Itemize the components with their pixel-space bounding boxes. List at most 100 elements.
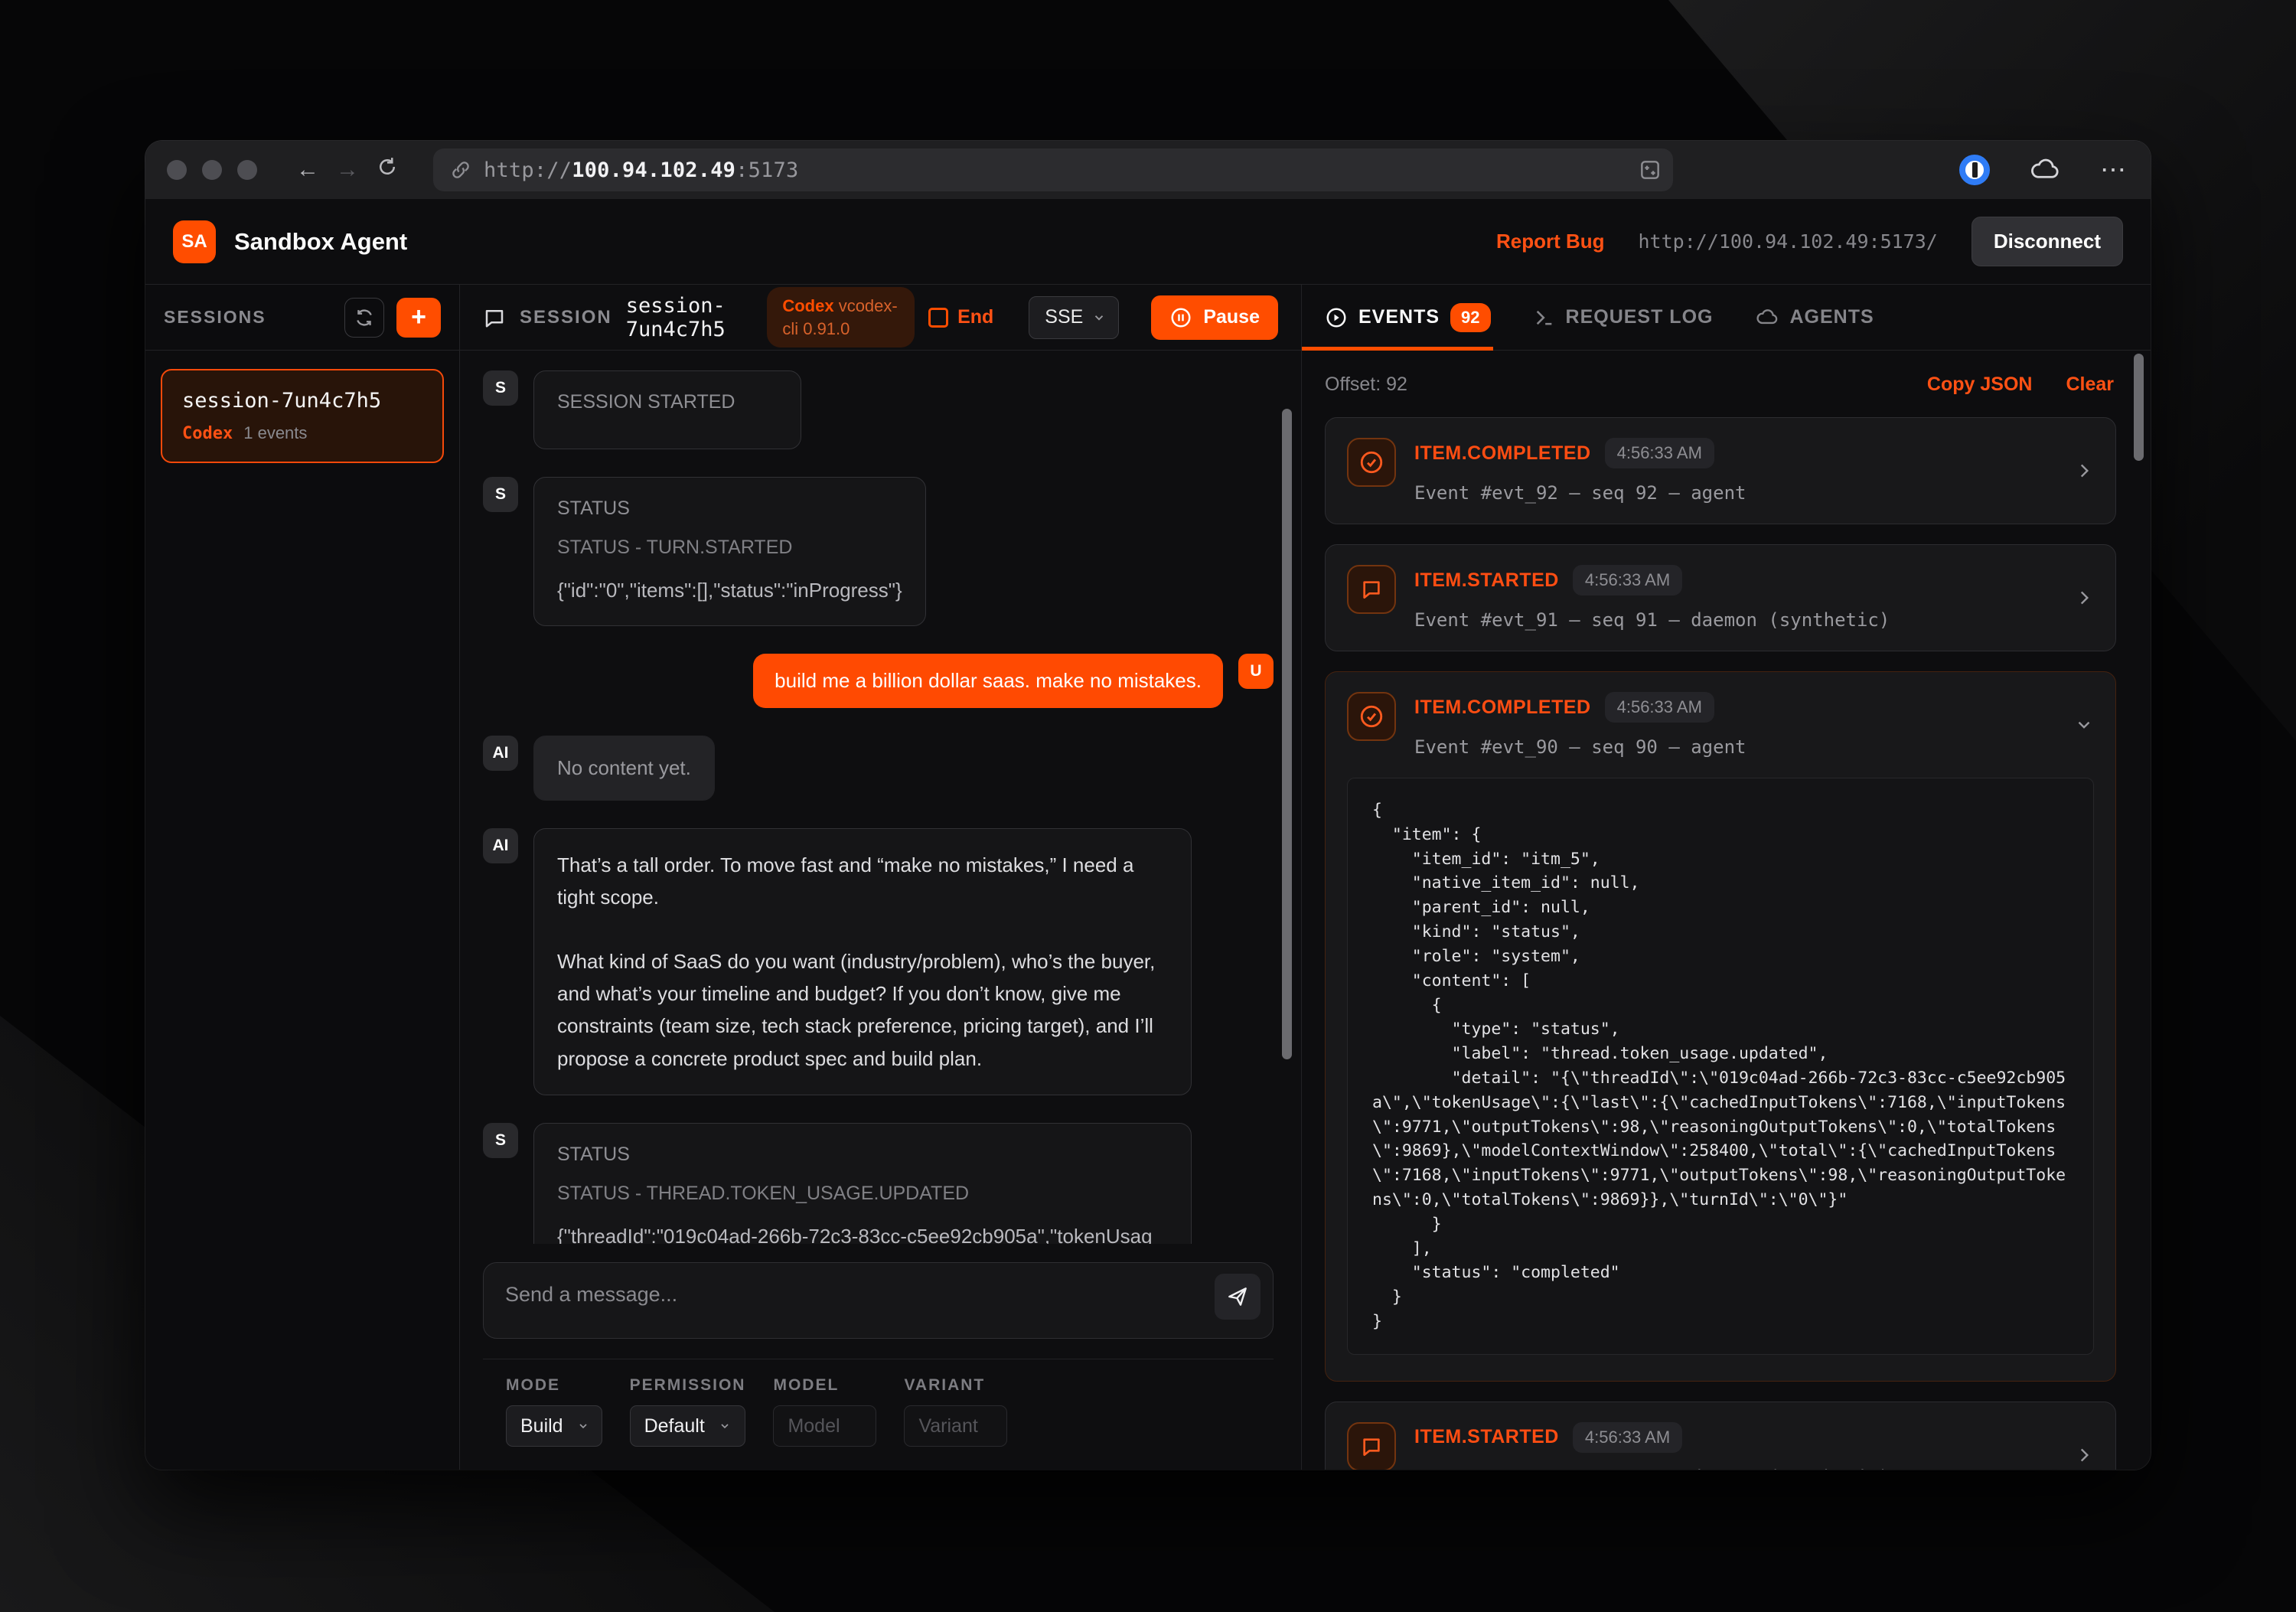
event-card[interactable]: ITEM.COMPLETED 4:56:33 AM Event #evt_92 … xyxy=(1325,417,2116,524)
user-message-row: build me a billion dollar saas. make no … xyxy=(483,654,1274,708)
mode-label: MODE xyxy=(506,1376,602,1395)
chevron-down-icon xyxy=(2074,715,2094,735)
message-input[interactable] xyxy=(505,1283,1257,1329)
message-list: S SESSION STARTED S STATUS STATUS - TURN… xyxy=(460,351,1301,1244)
reader-extension-icon[interactable] xyxy=(1638,158,1662,182)
onepassword-icon[interactable] xyxy=(1959,155,1990,185)
offset-text: Offset: 92 xyxy=(1325,374,1407,396)
forward-icon[interactable]: → xyxy=(328,157,367,183)
events-count-badge: 92 xyxy=(1450,303,1490,332)
tab-events[interactable]: EVENTS 92 xyxy=(1325,303,1491,332)
session-header-name: session-7un4c7h5 xyxy=(626,294,754,341)
system-avatar: S xyxy=(483,477,518,512)
chevron-right-icon xyxy=(2074,461,2094,481)
user-message-bubble: build me a billion dollar saas. make no … xyxy=(753,654,1223,708)
chat-column: SESSION session-7un4c7h5 Codex vcodex-cl… xyxy=(460,285,1302,1470)
sessions-title: SESSIONS xyxy=(164,307,266,328)
event-meta: Event #evt_92 – seq 92 – agent xyxy=(1414,482,2056,504)
events-panel: EVENTS 92 REQUEST LOG AGENTS xyxy=(1302,285,2151,1470)
ai-message-row: AI No content yet. xyxy=(483,736,1274,801)
pause-icon xyxy=(1169,306,1192,329)
chevron-down-icon xyxy=(1092,311,1106,325)
more-menu-icon[interactable]: ⋯ xyxy=(2100,155,2129,185)
message-card: No content yet. xyxy=(533,736,715,801)
message-card: STATUS STATUS - THREAD.TOKEN_USAGE.UPDAT… xyxy=(533,1123,1192,1244)
app-title: Sandbox Agent xyxy=(234,228,407,256)
link-icon xyxy=(450,159,471,181)
model-label: MODEL xyxy=(773,1376,876,1395)
event-meta: Event #evt_89 – seq 89 – daemon (synthet… xyxy=(1414,1467,2056,1470)
chrome-toolbar-right: ⋯ xyxy=(1959,155,2129,185)
chat-bubble-icon xyxy=(1347,1422,1396,1470)
permission-select[interactable]: Default xyxy=(630,1405,746,1447)
message-card: SESSION STARTED xyxy=(533,370,801,449)
ai-message-row: AI That’s a tall order. To move fast and… xyxy=(483,828,1274,1095)
traffic-lights xyxy=(167,160,257,180)
message-card: That’s a tall order. To move fast and “m… xyxy=(533,828,1192,1095)
tab-request-log[interactable]: REQUEST LOG xyxy=(1534,306,1714,328)
end-checkbox-group[interactable]: End xyxy=(928,306,993,328)
chevron-right-icon xyxy=(2074,588,2094,608)
reload-icon[interactable] xyxy=(367,155,407,184)
sessions-sidebar: SESSIONS + session-7un4c7h5 Codex1 event… xyxy=(145,285,460,1470)
model-input[interactable] xyxy=(773,1405,876,1447)
event-json-block: { "item": { "item_id": "itm_5", "native_… xyxy=(1347,778,2094,1355)
event-card[interactable]: ITEM.STARTED 4:56:33 AM Event #evt_89 – … xyxy=(1325,1402,2116,1470)
permission-label: PERMISSION xyxy=(630,1376,746,1395)
active-tab-underline xyxy=(1302,347,1493,351)
session-controls: MODE Build PERMISSION Default xyxy=(483,1359,1274,1470)
variant-input[interactable] xyxy=(904,1405,1007,1447)
sse-select[interactable]: SSE xyxy=(1029,296,1119,339)
system-message-row: S STATUS STATUS - THREAD.TOKEN_USAGE.UPD… xyxy=(483,1123,1274,1244)
system-avatar: S xyxy=(483,1123,518,1158)
chat-bubble-icon xyxy=(1347,565,1396,614)
tab-agents[interactable]: AGENTS xyxy=(1756,306,1874,328)
minimize-window-button[interactable] xyxy=(202,160,222,180)
session-list-item[interactable]: session-7un4c7h5 Codex1 events xyxy=(161,369,444,463)
back-icon[interactable]: ← xyxy=(288,157,328,183)
event-meta: Event #evt_91 – seq 91 – daemon (synthet… xyxy=(1414,609,2056,631)
event-card-expanded[interactable]: ITEM.COMPLETED 4:56:33 AM Event #evt_90 … xyxy=(1325,671,2116,1382)
new-session-button[interactable]: + xyxy=(396,298,441,338)
chat-scrollbar[interactable] xyxy=(1282,409,1292,1059)
message-input-box xyxy=(483,1262,1274,1339)
terminal-icon xyxy=(1534,307,1555,328)
send-button[interactable] xyxy=(1215,1274,1261,1320)
message-card: STATUS STATUS - TURN.STARTED {"id":"0","… xyxy=(533,477,926,626)
url-text: http://100.94.102.49:5173 xyxy=(484,158,798,182)
url-bar[interactable]: http://100.94.102.49:5173 xyxy=(433,148,1673,191)
cloud-icon xyxy=(1756,308,1779,328)
chevron-down-icon xyxy=(577,1420,589,1432)
play-circle-icon xyxy=(1325,306,1348,329)
events-scrollbar[interactable] xyxy=(2134,354,2144,461)
app-logo: SA xyxy=(173,220,216,263)
event-timestamp: 4:56:33 AM xyxy=(1573,565,1682,596)
copy-json-button[interactable]: Copy JSON xyxy=(1927,374,2033,396)
message-input-area: MODE Build PERMISSION Default xyxy=(460,1244,1301,1470)
event-timestamp: 4:56:33 AM xyxy=(1605,692,1714,723)
system-message-row: S STATUS STATUS - TURN.STARTED {"id":"0"… xyxy=(483,477,1274,626)
close-window-button[interactable] xyxy=(167,160,187,180)
pause-button[interactable]: Pause xyxy=(1151,295,1278,340)
check-circle-icon xyxy=(1347,692,1396,741)
disconnect-button[interactable]: Disconnect xyxy=(1971,217,2123,266)
browser-window: ← → http://100.94.102.49:5173 xyxy=(145,141,2151,1470)
chevron-right-icon xyxy=(2074,1445,2094,1465)
server-url: http://100.94.102.49:5173/ xyxy=(1639,230,1938,253)
session-name: session-7un4c7h5 xyxy=(182,389,422,413)
event-timestamp: 4:56:33 AM xyxy=(1573,1422,1682,1453)
clear-button[interactable]: Clear xyxy=(2066,374,2114,396)
agent-version-badge: Codex vcodex-cli 0.91.0 xyxy=(767,287,915,348)
refresh-sessions-button[interactable] xyxy=(344,298,384,338)
chevron-down-icon xyxy=(719,1420,731,1432)
check-circle-icon xyxy=(1347,438,1396,487)
end-label: End xyxy=(957,306,993,328)
report-bug-link[interactable]: Report Bug xyxy=(1496,230,1605,253)
variant-label: VARIANT xyxy=(904,1376,1007,1395)
end-checkbox[interactable] xyxy=(928,308,948,328)
event-card[interactable]: ITEM.STARTED 4:56:33 AM Event #evt_91 – … xyxy=(1325,544,2116,651)
mode-select[interactable]: Build xyxy=(506,1405,602,1447)
browser-chrome: ← → http://100.94.102.49:5173 xyxy=(145,141,2151,199)
cloud-icon[interactable] xyxy=(2030,158,2060,182)
zoom-window-button[interactable] xyxy=(237,160,257,180)
